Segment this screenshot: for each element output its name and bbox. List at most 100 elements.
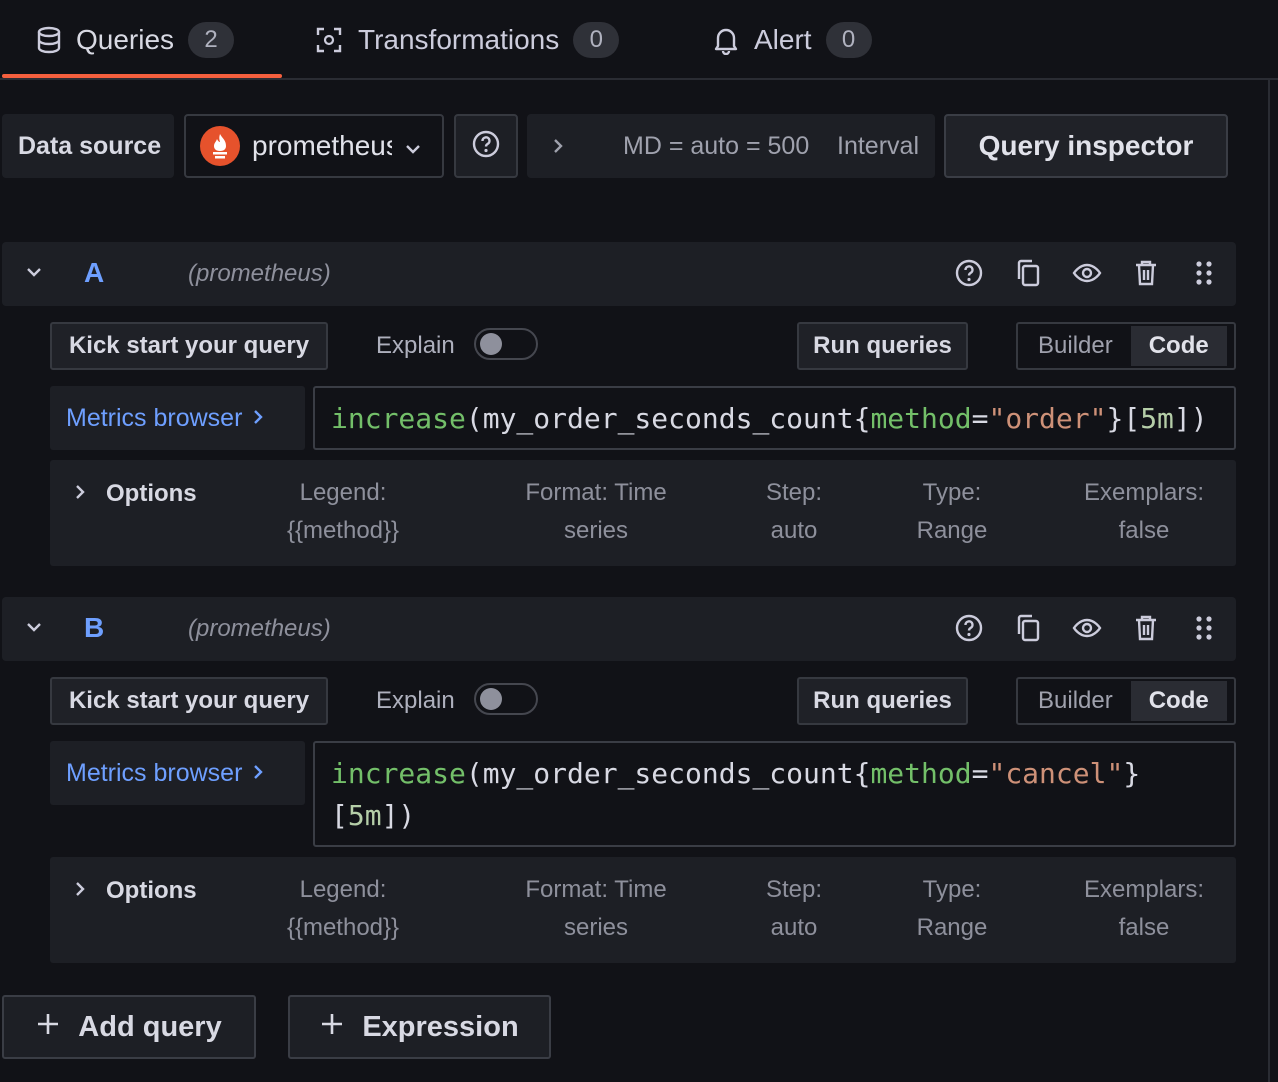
- chevron-down-icon: [404, 130, 422, 162]
- tab-label: Alert: [754, 24, 812, 55]
- option-value: false: [1118, 914, 1170, 941]
- query-inspector-button[interactable]: Query inspector: [944, 114, 1228, 178]
- eye-icon[interactable]: [1072, 613, 1102, 643]
- count-badge: 0: [573, 22, 620, 58]
- drag-handle-icon[interactable]: [1190, 613, 1218, 643]
- explain-label: Explain: [376, 332, 455, 359]
- add-query-label: Add query: [78, 1010, 222, 1043]
- query-row-header[interactable]: B (prometheus): [2, 597, 1236, 661]
- query-row-header[interactable]: A (prometheus): [2, 242, 1236, 306]
- kick-start-button[interactable]: Kick start your query: [50, 677, 328, 725]
- bell-icon: [712, 25, 740, 55]
- run-queries-button[interactable]: Run queries: [797, 322, 968, 370]
- collapse-chevron-icon[interactable]: [24, 262, 44, 287]
- tab-transformations[interactable]: Transformations 0: [314, 0, 620, 80]
- query-code-editor[interactable]: increase(my_order_seconds_count{method="…: [313, 386, 1236, 450]
- option-step: Step: auto: [744, 474, 844, 550]
- option-value: {{method}}: [286, 914, 400, 941]
- option-key: Exemplars:: [1083, 876, 1205, 903]
- tab-queries[interactable]: Queries 2: [36, 0, 235, 80]
- option-legend: Legend: {{method}}: [258, 474, 428, 550]
- collapse-chevron-icon[interactable]: [24, 617, 44, 642]
- option-key: Legend:: [299, 479, 387, 506]
- options-title: Options: [106, 877, 197, 904]
- builder-mode-option[interactable]: Builder: [1020, 326, 1131, 366]
- code-range: 5m: [347, 799, 382, 832]
- add-expression-button[interactable]: Expression: [288, 995, 551, 1059]
- chevron-right-icon: [527, 137, 589, 155]
- code-mode-option[interactable]: Code: [1130, 326, 1227, 366]
- option-format: Format: Time series: [506, 474, 686, 550]
- eye-icon[interactable]: [1072, 258, 1102, 288]
- kick-start-button[interactable]: Kick start your query: [50, 322, 328, 370]
- query-datasource-name: (prometheus): [188, 260, 331, 287]
- editor-mode-toggle: Builder Code: [1016, 677, 1236, 725]
- option-exemplars: Exemplars: false: [1074, 871, 1214, 947]
- query-datasource-name: (prometheus): [188, 615, 331, 642]
- panel-divider: [1268, 80, 1270, 1082]
- code-label-value: "cancel": [988, 757, 1124, 790]
- query-letter[interactable]: B: [84, 612, 104, 644]
- duplicate-icon[interactable]: [1014, 258, 1042, 288]
- option-value: auto: [770, 914, 818, 941]
- code-label-value: "order": [988, 402, 1107, 435]
- explain-toggle[interactable]: [474, 683, 538, 715]
- code-metric: my_order_seconds_count: [482, 402, 854, 435]
- add-query-button[interactable]: Add query: [2, 995, 256, 1059]
- option-key: Step:: [765, 876, 823, 903]
- data-source-help-button[interactable]: [454, 114, 518, 178]
- count-badge: 2: [188, 22, 235, 58]
- toggle-knob: [480, 688, 502, 710]
- question-circle-icon[interactable]: [954, 258, 984, 288]
- count-badge: 0: [825, 22, 872, 58]
- builder-mode-option[interactable]: Builder: [1020, 681, 1131, 721]
- option-value: series: [563, 517, 629, 544]
- options-row[interactable]: Options Legend: {{method}} Format: Time se…: [50, 460, 1236, 566]
- trash-icon[interactable]: [1132, 258, 1160, 288]
- option-value: {{method}}: [286, 517, 400, 544]
- code-range: 5m: [1140, 402, 1174, 435]
- metrics-browser-button[interactable]: Metrics browser: [50, 386, 305, 450]
- option-key: Step:: [765, 479, 823, 506]
- option-format: Format: Time series: [506, 871, 686, 947]
- option-value: Range: [916, 914, 988, 941]
- chevron-right-icon: [252, 759, 264, 788]
- question-circle-icon: [471, 129, 501, 164]
- option-key: Format: Time: [525, 876, 667, 903]
- chevron-right-icon: [252, 404, 264, 433]
- query-options-button[interactable]: MD = auto = 500 Interval: [527, 114, 935, 178]
- metrics-browser-button[interactable]: Metrics browser: [50, 741, 305, 805]
- data-source-picker[interactable]: prometheus: [184, 114, 444, 178]
- trash-icon[interactable]: [1132, 613, 1160, 643]
- options-toggle[interactable]: Options: [74, 877, 197, 905]
- chevron-right-icon: [74, 877, 86, 905]
- explain-toggle[interactable]: [474, 328, 538, 360]
- options-toggle[interactable]: Options: [74, 480, 197, 508]
- option-key: Type:: [922, 479, 982, 506]
- toggle-knob: [480, 333, 502, 355]
- tab-label: Transformations: [358, 24, 560, 55]
- run-queries-button[interactable]: Run queries: [797, 677, 968, 725]
- duplicate-icon[interactable]: [1014, 613, 1042, 643]
- option-type: Type: Range: [902, 871, 1002, 947]
- data-source-label: Data source: [2, 114, 174, 178]
- query-code-editor[interactable]: increase(my_order_seconds_count{method="…: [313, 741, 1236, 847]
- question-circle-icon[interactable]: [954, 613, 984, 643]
- plus-icon: [320, 1011, 344, 1044]
- explain-label: Explain: [376, 687, 455, 714]
- option-key: Legend:: [299, 876, 387, 903]
- query-letter[interactable]: A: [84, 257, 104, 289]
- query-actions: [954, 258, 1218, 288]
- database-icon: [36, 26, 62, 54]
- code-mode-option[interactable]: Code: [1130, 681, 1227, 721]
- add-expression-label: Expression: [362, 1010, 519, 1043]
- drag-handle-icon[interactable]: [1190, 258, 1218, 288]
- options-row[interactable]: Options Legend: {{method}} Format: Time se…: [50, 857, 1236, 963]
- tab-alert[interactable]: Alert 0: [712, 0, 872, 80]
- option-value: series: [563, 914, 629, 941]
- data-source-value: prometheus: [252, 130, 392, 161]
- query-actions: [954, 613, 1218, 643]
- option-value: auto: [770, 517, 818, 544]
- option-key: Type:: [922, 876, 982, 903]
- plus-icon: [36, 1011, 60, 1044]
